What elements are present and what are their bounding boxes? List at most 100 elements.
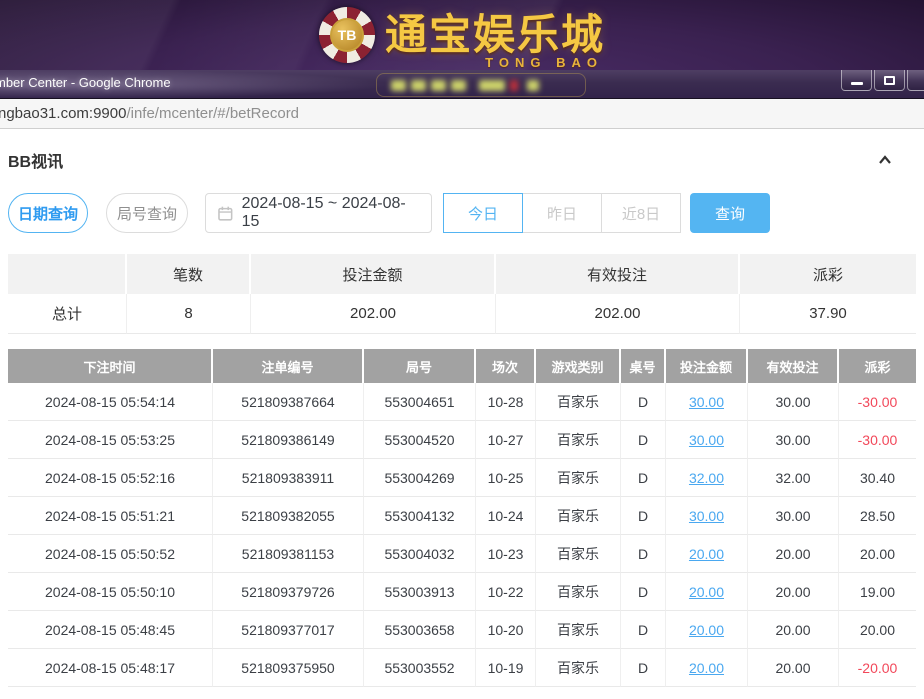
- bet-amount-link[interactable]: 30.00: [689, 508, 724, 524]
- cell-round-no: 553004132: [364, 497, 476, 535]
- maximize-button[interactable]: [874, 70, 905, 91]
- bet-table-header-row: 下注时间 注单编号 局号 场次 游戏类别 桌号 投注金额 有效投注 派彩: [8, 349, 916, 383]
- header-round-no: 局号: [364, 349, 476, 383]
- cell-bet-time: 2024-08-15 05:52:16: [8, 459, 213, 497]
- cell-valid-bet: 32.00: [748, 459, 839, 497]
- table-row: 2024-08-15 05:50:52 521809381153 5530040…: [8, 535, 916, 573]
- cell-round-no: 553003658: [364, 611, 476, 649]
- summary-total-payout: 37.90: [740, 294, 916, 334]
- cell-session: 10-28: [476, 383, 536, 421]
- bet-amount-link[interactable]: 20.00: [689, 584, 724, 600]
- round-query-tab[interactable]: 局号查询: [106, 193, 188, 233]
- brand-logo: 通宝娱乐城 TONG BAO: [385, 14, 605, 56]
- blurred-balance-badge: [376, 73, 586, 97]
- cell-round-no: 553004520: [364, 421, 476, 459]
- cell-bet-time: 2024-08-15 05:48:45: [8, 611, 213, 649]
- cell-bet-amount: 32.00: [666, 459, 748, 497]
- cell-valid-bet: 20.00: [748, 535, 839, 573]
- cell-order-no: 521809382055: [213, 497, 364, 535]
- blurred-text-blob: [479, 80, 505, 91]
- cell-game-type: 百家乐: [536, 421, 621, 459]
- cell-bet-time: 2024-08-15 05:53:25: [8, 421, 213, 459]
- summary-total-bet: 202.00: [251, 294, 496, 334]
- cell-session: 10-23: [476, 535, 536, 573]
- cell-game-type: 百家乐: [536, 611, 621, 649]
- cell-round-no: 553003552: [364, 649, 476, 687]
- section-title: BB视讯: [8, 148, 63, 172]
- filter-toolbar: 日期查询 局号查询 2024-08-15 ~ 2024-08-15 今日 昨日 …: [8, 193, 916, 233]
- cell-bet-time: 2024-08-15 05:48:17: [8, 649, 213, 687]
- cell-payout: 19.00: [839, 573, 916, 611]
- yesterday-button[interactable]: 昨日: [522, 193, 602, 233]
- bet-amount-link[interactable]: 20.00: [689, 660, 724, 676]
- date-range-picker[interactable]: 2024-08-15 ~ 2024-08-15: [205, 193, 432, 233]
- url-domain: ngbao31.com:9900: [0, 105, 126, 122]
- cell-table-no: D: [621, 383, 666, 421]
- cell-order-no: 521809377017: [213, 611, 364, 649]
- bet-amount-link[interactable]: 30.00: [689, 394, 724, 410]
- blurred-text-blob: [391, 80, 406, 91]
- cell-game-type: 百家乐: [536, 649, 621, 687]
- summary-header-row: 笔数 投注金额 有效投注 派彩: [8, 254, 916, 294]
- today-button[interactable]: 今日: [443, 193, 523, 233]
- section-header: BB视讯: [8, 148, 916, 172]
- cell-table-no: D: [621, 649, 666, 687]
- summary-total-row: 总计 8 202.00 202.00 37.90: [8, 294, 916, 334]
- table-row: 2024-08-15 05:48:45 521809377017 5530036…: [8, 611, 916, 649]
- cell-round-no: 553004269: [364, 459, 476, 497]
- cell-payout: 30.40: [839, 459, 916, 497]
- cell-session: 10-27: [476, 421, 536, 459]
- cell-payout: -30.00: [839, 421, 916, 459]
- bet-amount-link[interactable]: 30.00: [689, 432, 724, 448]
- cell-game-type: 百家乐: [536, 383, 621, 421]
- cell-session: 10-25: [476, 459, 536, 497]
- cell-payout: 20.00: [839, 611, 916, 649]
- cell-valid-bet: 20.00: [748, 649, 839, 687]
- bet-amount-link[interactable]: 20.00: [689, 546, 724, 562]
- address-bar[interactable]: ngbao31.com:9900/infe/mcenter/#/betRecor…: [0, 99, 924, 129]
- summary-header-count: 笔数: [127, 254, 251, 294]
- cell-bet-amount: 20.00: [666, 535, 748, 573]
- cell-valid-bet: 30.00: [748, 421, 839, 459]
- summary-total-count: 8: [127, 294, 251, 334]
- casino-chip-logo-icon: TB: [319, 7, 375, 63]
- table-row: 2024-08-15 05:51:21 521809382055 5530041…: [8, 497, 916, 535]
- table-row: 2024-08-15 05:48:17 521809375950 5530035…: [8, 649, 916, 687]
- bet-amount-link[interactable]: 32.00: [689, 470, 724, 486]
- summary-header-payout: 派彩: [740, 254, 916, 294]
- bet-amount-link[interactable]: 20.00: [689, 622, 724, 638]
- cell-bet-amount: 30.00: [666, 497, 748, 535]
- table-row: 2024-08-15 05:53:25 521809386149 5530045…: [8, 421, 916, 459]
- bet-table-body: 2024-08-15 05:54:14 521809387664 5530046…: [8, 383, 916, 687]
- browser-titlebar: mber Center - Google Chrome: [0, 70, 924, 99]
- close-button[interactable]: [907, 70, 924, 91]
- table-row: 2024-08-15 05:50:10 521809379726 5530039…: [8, 573, 916, 611]
- cell-order-no: 521809375950: [213, 649, 364, 687]
- cell-table-no: D: [621, 611, 666, 649]
- table-row: 2024-08-15 05:52:16 521809383911 5530042…: [8, 459, 916, 497]
- header-bet-time: 下注时间: [8, 349, 213, 383]
- calendar-icon: [218, 206, 233, 221]
- header-bet-amount: 投注金额: [666, 349, 748, 383]
- search-button[interactable]: 查询: [690, 193, 770, 233]
- last-8-days-button[interactable]: 近8日: [601, 193, 681, 233]
- summary-header-valid: 有效投注: [496, 254, 740, 294]
- cell-session: 10-24: [476, 497, 536, 535]
- cell-order-no: 521809379726: [213, 573, 364, 611]
- blurred-text-blob: [510, 80, 518, 91]
- cell-round-no: 553004651: [364, 383, 476, 421]
- date-query-tab[interactable]: 日期查询: [8, 193, 88, 233]
- cell-bet-time: 2024-08-15 05:50:52: [8, 535, 213, 573]
- cell-payout: 20.00: [839, 535, 916, 573]
- window-title: mber Center - Google Chrome: [0, 75, 171, 90]
- header-session: 场次: [476, 349, 536, 383]
- minimize-button[interactable]: [841, 70, 872, 91]
- cell-bet-amount: 20.00: [666, 573, 748, 611]
- site-header: TB 通宝娱乐城 TONG BAO: [0, 0, 924, 70]
- summary-total-label: 总计: [8, 294, 127, 334]
- cell-bet-amount: 30.00: [666, 421, 748, 459]
- cell-session: 10-22: [476, 573, 536, 611]
- cell-order-no: 521809386149: [213, 421, 364, 459]
- collapse-chevron-icon[interactable]: [878, 153, 892, 167]
- cell-valid-bet: 30.00: [748, 383, 839, 421]
